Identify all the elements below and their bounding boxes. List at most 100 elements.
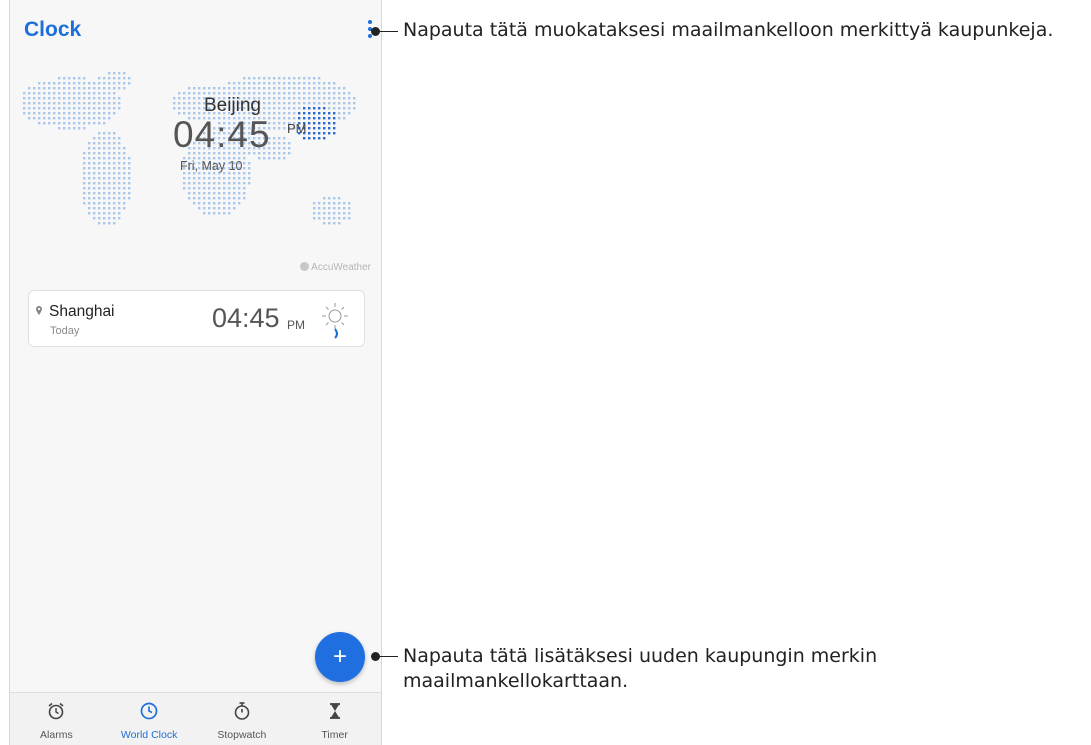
map-dot — [208, 177, 211, 180]
map-dot — [88, 122, 91, 125]
callout-line-menu — [378, 31, 398, 32]
map-dot — [128, 192, 131, 195]
map-dot — [333, 87, 336, 90]
map-dot — [313, 77, 316, 80]
map-dot — [338, 102, 341, 105]
map-dot — [348, 92, 351, 95]
map-dot — [263, 107, 266, 110]
nav-alarms[interactable]: Alarms — [10, 693, 103, 745]
map-dot — [98, 87, 101, 90]
map-dot — [333, 107, 336, 110]
map-dot — [343, 217, 346, 220]
map-dot — [103, 177, 106, 180]
map-dot — [128, 197, 131, 200]
map-dot — [188, 182, 191, 185]
featured-time-block: 04:45 PM — [173, 114, 348, 156]
map-dot — [343, 212, 346, 215]
map-dot — [203, 207, 206, 210]
map-dot — [128, 167, 131, 170]
map-dot — [198, 87, 201, 90]
map-dot — [188, 197, 191, 200]
map-dot — [208, 192, 211, 195]
map-dot — [283, 97, 286, 100]
add-city-button[interactable]: + — [315, 632, 365, 682]
map-dot — [108, 212, 111, 215]
map-dot — [303, 82, 306, 85]
map-dot — [188, 177, 191, 180]
callout-add-line2: maailmankellokarttaan. — [403, 670, 629, 692]
map-dot — [193, 197, 196, 200]
map-dot — [333, 97, 336, 100]
map-dot — [283, 157, 286, 160]
map-dot — [193, 187, 196, 190]
city-name: Shanghai — [49, 303, 115, 320]
map-dot — [98, 182, 101, 185]
map-dot — [83, 77, 86, 80]
clock-icon — [140, 702, 158, 720]
map-dot — [103, 172, 106, 175]
map-dot — [233, 197, 236, 200]
city-card[interactable]: Shanghai Today 04:45 PM — [28, 290, 365, 347]
map-dot — [243, 167, 246, 170]
map-dot — [88, 207, 91, 210]
nav-timer[interactable]: Timer — [288, 693, 381, 745]
map-dot — [123, 187, 126, 190]
nav-stopwatch[interactable]: Stopwatch — [196, 693, 289, 745]
map-dot — [88, 147, 91, 150]
map-dot — [98, 142, 101, 145]
map-dot — [318, 92, 321, 95]
map-dot — [298, 77, 301, 80]
map-dot — [108, 137, 111, 140]
map-dot — [338, 202, 341, 205]
map-dot — [223, 177, 226, 180]
map-dot — [43, 82, 46, 85]
map-dot — [98, 122, 101, 125]
callout-add-text: Napauta tätä lisätäksesi uuden kaupungin… — [403, 644, 877, 694]
map-dot — [288, 77, 291, 80]
map-dot — [98, 202, 101, 205]
map-dot — [103, 222, 106, 225]
map-dot — [333, 222, 336, 225]
map-dot — [318, 87, 321, 90]
map-dot — [268, 82, 271, 85]
map-dot — [338, 222, 341, 225]
map-dot — [233, 187, 236, 190]
map-dot — [223, 202, 226, 205]
map-dot — [118, 87, 121, 90]
map-dot — [123, 172, 126, 175]
map-dot — [313, 102, 316, 105]
map-dot — [118, 137, 121, 140]
world-map[interactable]: Beijing 04:45 PM Fri, May 10 AccuWeather — [10, 62, 381, 280]
map-dot — [188, 192, 191, 195]
map-dot — [98, 162, 101, 165]
map-dot — [108, 142, 111, 145]
map-dot — [193, 182, 196, 185]
map-dot — [103, 202, 106, 205]
map-dot — [108, 152, 111, 155]
map-dot — [103, 207, 106, 210]
map-dot — [93, 87, 96, 90]
map-dot — [298, 87, 301, 90]
map-dot — [208, 182, 211, 185]
map-dot — [108, 77, 111, 80]
map-dot — [48, 117, 51, 120]
nav-world-clock[interactable]: World Clock — [103, 693, 196, 745]
map-dot — [253, 82, 256, 85]
map-dot — [88, 152, 91, 155]
map-dot — [63, 122, 66, 125]
map-dot — [218, 87, 221, 90]
map-dot — [123, 152, 126, 155]
map-dot — [113, 172, 116, 175]
map-dot — [128, 182, 131, 185]
map-dot — [233, 82, 236, 85]
map-dot — [228, 197, 231, 200]
map-dot — [103, 117, 106, 120]
map-dot — [113, 87, 116, 90]
map-dot — [193, 202, 196, 205]
map-dot — [123, 182, 126, 185]
map-dot — [348, 207, 351, 210]
map-dot — [258, 82, 261, 85]
map-dot — [198, 187, 201, 190]
map-dot — [298, 102, 301, 105]
map-dot — [218, 182, 221, 185]
